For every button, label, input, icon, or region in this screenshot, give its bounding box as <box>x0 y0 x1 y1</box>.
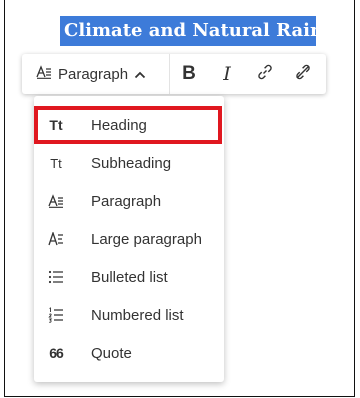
style-selector[interactable]: Paragraph <box>22 54 170 94</box>
quote-icon: 66 <box>49 345 64 361</box>
dropdown-item-label: Paragraph <box>91 192 162 210</box>
link-button[interactable] <box>246 54 284 94</box>
dropdown-item-quote[interactable]: 66 Quote <box>34 334 224 372</box>
large-paragraph-icon <box>44 232 68 246</box>
italic-button[interactable]: I <box>208 54 246 94</box>
unlink-button[interactable] <box>284 54 322 94</box>
heading-icon: Tt <box>49 117 63 133</box>
dropdown-item-heading[interactable]: Tt Heading <box>34 106 224 144</box>
dropdown-item-subheading[interactable]: Tt Subheading <box>34 144 224 182</box>
dropdown-item-numbered-list[interactable]: Numbered list <box>34 296 224 334</box>
dropdown-item-large-paragraph[interactable]: Large paragraph <box>34 220 224 258</box>
subheading-icon: Tt <box>50 155 62 171</box>
unlink-icon <box>294 63 312 86</box>
dropdown-item-label: Quote <box>91 344 132 362</box>
dropdown-item-label: Numbered list <box>91 306 184 324</box>
selected-heading-text[interactable]: Climate and Natural Rainfall <box>60 16 316 46</box>
numbered-list-icon <box>44 307 68 323</box>
dropdown-item-label: Bulleted list <box>91 268 168 286</box>
text-style-dropdown: Tt Heading Tt Subheading Paragraph Large… <box>34 96 224 382</box>
bulleted-list-icon <box>44 270 68 284</box>
chevron-up-icon <box>134 66 146 83</box>
dropdown-item-bulleted-list[interactable]: Bulleted list <box>34 258 224 296</box>
formatting-toolbar: Paragraph B I <box>22 54 326 94</box>
dropdown-item-paragraph[interactable]: Paragraph <box>34 182 224 220</box>
style-selector-label: Paragraph <box>58 65 129 83</box>
dropdown-item-label: Large paragraph <box>91 230 202 248</box>
link-icon <box>256 63 274 86</box>
bold-button[interactable]: B <box>170 54 208 94</box>
dropdown-item-label: Heading <box>91 116 147 134</box>
paragraph-icon <box>36 65 52 83</box>
dropdown-item-label: Subheading <box>91 154 172 172</box>
paragraph-icon <box>44 194 68 208</box>
